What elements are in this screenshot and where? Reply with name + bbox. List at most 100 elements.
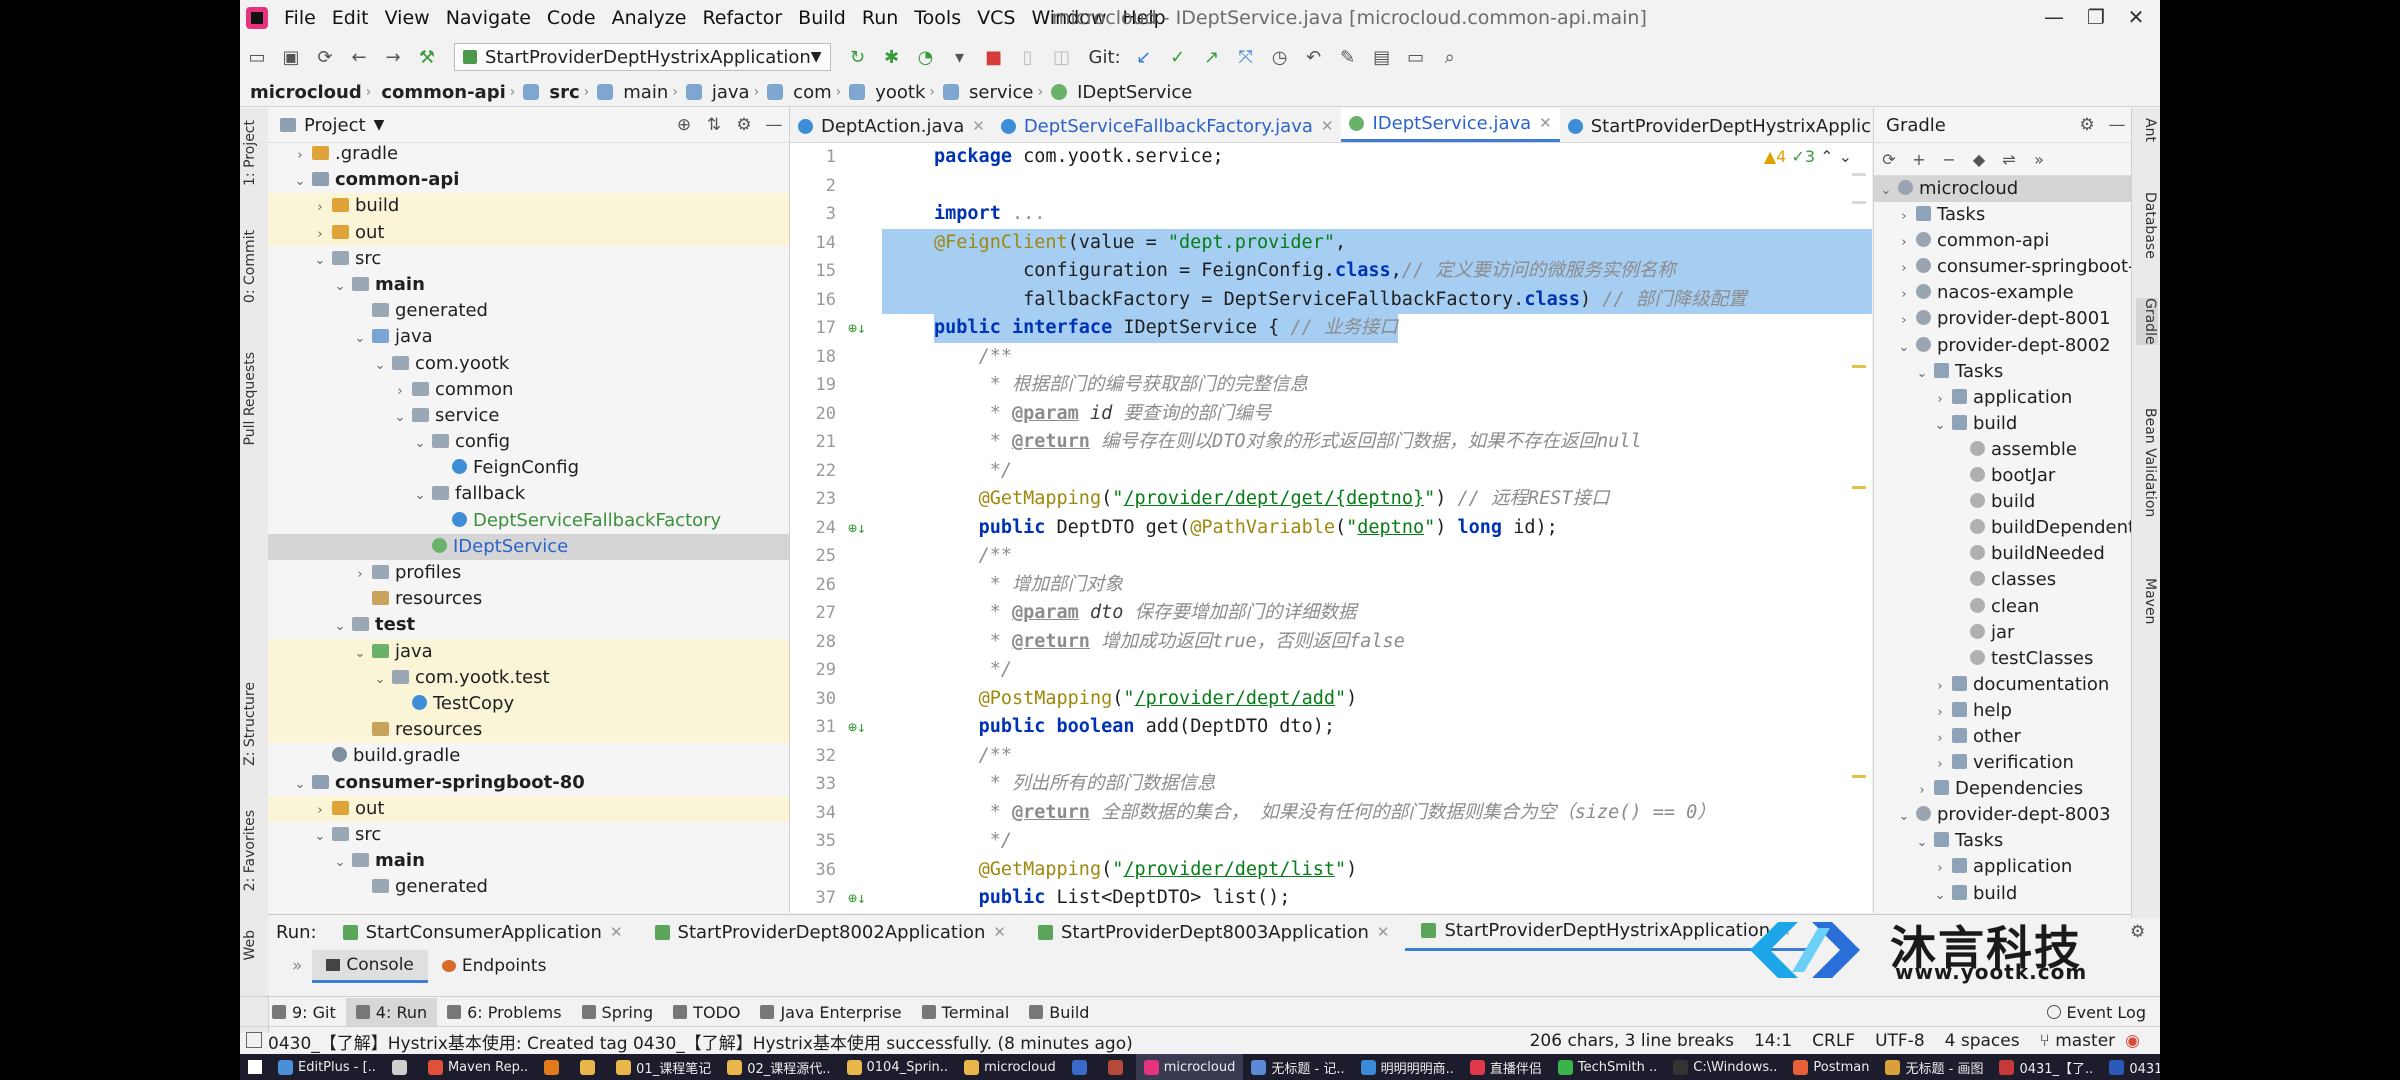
chevron-right-icon[interactable]: › <box>312 798 328 824</box>
gradle-tree-item[interactable]: build <box>1874 489 2132 515</box>
editor-tab[interactable]: DeptAction.java ✕ <box>790 110 993 142</box>
breadcrumb-item[interactable]: yootk <box>865 82 929 103</box>
close-window-button[interactable]: ✕ <box>2116 0 2156 36</box>
project-tree-item[interactable]: › out <box>268 219 789 246</box>
debug-icon[interactable]: ✱ <box>881 46 903 68</box>
taskbar-app[interactable]: 0431_【了.. <box>2101 1054 2160 1080</box>
breadcrumb-item[interactable]: service <box>959 82 1037 103</box>
taskbar-app[interactable]: 明明明明商.. <box>1353 1054 1462 1080</box>
open-folder-icon[interactable]: ▭ <box>246 46 268 68</box>
project-tree-item[interactable]: ⌄ src <box>268 246 789 272</box>
breadcrumb-item[interactable]: com <box>783 82 835 103</box>
chevron-right-icon[interactable]: › <box>1914 778 1930 804</box>
console-tab[interactable]: Console <box>312 949 428 983</box>
close-tab-icon[interactable]: ✕ <box>1539 114 1552 132</box>
tool-button[interactable]: Spring <box>572 998 664 1026</box>
file-encoding[interactable]: UTF-8 <box>1865 1031 1935 1051</box>
project-tree-item[interactable]: ⌄ main <box>268 272 789 298</box>
event-log-button[interactable]: Event Log <box>2046 1003 2161 1022</box>
breadcrumb-item[interactable]: main <box>613 82 672 103</box>
endpoints-tab[interactable]: Endpoints <box>428 951 561 981</box>
chevron-right-icon[interactable]: › <box>1896 204 1912 230</box>
menu-analyze[interactable]: Analyze <box>604 7 695 29</box>
tool-tab-favorites[interactable]: 2: Favorites <box>242 810 266 891</box>
gradle-tree-item[interactable]: › other <box>1874 724 2132 750</box>
chevron-right-icon[interactable]: › <box>1932 752 1948 778</box>
tool-tab-database[interactable]: Database <box>2136 192 2158 259</box>
chevron-down-icon[interactable]: ⌄ <box>1878 178 1894 204</box>
project-tree-item[interactable]: ⌄ fallback <box>268 481 789 507</box>
chevron-down-icon[interactable]: ⌄ <box>1896 335 1912 361</box>
menu-refactor[interactable]: Refactor <box>694 7 790 29</box>
project-tree-item[interactable]: IDeptService <box>268 533 789 560</box>
menu-code[interactable]: Code <box>539 7 604 29</box>
project-tree-item[interactable]: generated <box>268 874 789 900</box>
project-tree-item[interactable]: ⌄ main <box>268 848 789 874</box>
menu-file[interactable]: File <box>276 7 324 29</box>
project-tree-item[interactable]: resources <box>268 586 789 612</box>
git-commit-icon[interactable]: ✓ <box>1167 46 1189 68</box>
scroll-marker[interactable] <box>1852 775 1866 778</box>
gradle-tree-item[interactable]: › application <box>1874 854 2132 880</box>
project-panel-title[interactable]: Project <box>304 115 366 136</box>
project-tree-item[interactable]: › profiles <box>268 560 789 586</box>
project-tree-item[interactable]: build.gradle <box>268 743 789 769</box>
taskbar-app[interactable]: 01_课程笔记 <box>608 1054 719 1080</box>
close-tab-icon[interactable]: ✕ <box>993 923 1006 941</box>
chevron-down-icon[interactable]: ⌄ <box>352 641 368 667</box>
breadcrumb-item[interactable]: src <box>539 82 583 103</box>
taskbar-app[interactable]: 02_课程源代.. <box>719 1054 838 1080</box>
locate-icon[interactable]: ⊕ <box>669 115 699 135</box>
line-separator[interactable]: CRLF <box>1802 1031 1865 1051</box>
gradle-tree-item[interactable]: ⌄ provider-dept-8003 <box>1874 802 2132 828</box>
project-tree-item[interactable]: › common <box>268 377 789 403</box>
chevron-down-icon[interactable]: ⌄ <box>292 169 308 195</box>
presentation-icon[interactable]: ▭ <box>1405 46 1427 68</box>
close-tab-icon[interactable]: ✕ <box>972 117 985 135</box>
profile-icon[interactable]: ◫ <box>1051 46 1073 68</box>
tool-button[interactable]: Build <box>1019 998 1099 1026</box>
gradle-tree-item[interactable]: bootJar <box>1874 463 2132 489</box>
editor-tab[interactable]: StartProviderDeptHystrixApplication.java… <box>1560 110 1872 142</box>
chevron-right-icon[interactable]: › <box>1932 674 1948 700</box>
gradle-tree-item[interactable]: › verification <box>1874 750 2132 776</box>
tool-button[interactable]: 6: Problems <box>437 998 571 1026</box>
gear-icon[interactable]: ⚙ <box>2072 115 2102 135</box>
breadcrumb-item[interactable]: common-api <box>371 82 509 103</box>
menu-tools[interactable]: Tools <box>906 7 969 29</box>
chevron-down-icon[interactable]: ⌄ <box>1914 361 1930 387</box>
gradle-tree-item[interactable]: › documentation <box>1874 672 2132 698</box>
reload-icon[interactable]: ⟳ <box>1874 150 1904 169</box>
gradle-tree-item[interactable]: ⌄ Tasks <box>1874 828 2132 854</box>
tool-tab-ant[interactable]: Ant <box>2136 118 2158 142</box>
scroll-marker[interactable] <box>1852 173 1866 176</box>
taskbar-app[interactable]: Postman <box>1785 1054 1877 1080</box>
project-tree-item[interactable]: ⌄ test <box>268 612 789 638</box>
code-area[interactable]: ▲4 ✓3 ⌃ ⌄ 1 package com.yootk.service; 2 3 i… <box>790 143 1872 913</box>
run-with-coverage-icon[interactable]: ◔ <box>915 46 937 68</box>
project-tree-item[interactable]: DeptServiceFallbackFactory <box>268 508 789 534</box>
taskbar-app[interactable]: 直播伴侣 <box>1462 1054 1550 1080</box>
chevron-right-icon[interactable]: › <box>292 143 308 169</box>
tool-tab-project[interactable]: 1: Project <box>242 120 266 186</box>
gradle-tree-item[interactable]: › Tasks <box>1874 202 2132 228</box>
taskbar-app[interactable]: Maven Rep.. <box>420 1054 536 1080</box>
tool-tab-gradle[interactable]: Gradle <box>2136 298 2158 345</box>
tool-button[interactable]: Terminal <box>912 998 1020 1026</box>
run-tab[interactable]: StartConsumerApplication ✕ <box>327 915 639 949</box>
git-update-icon[interactable]: ↙ <box>1133 46 1155 68</box>
gradle-tree-item[interactable]: ⌄ microcloud <box>1874 176 2132 204</box>
close-tab-icon[interactable]: ✕ <box>1321 117 1334 135</box>
chevron-right-icon[interactable]: › <box>1896 256 1912 282</box>
taskbar-app[interactable] <box>1064 1054 1100 1080</box>
gradle-tree-item[interactable]: clean <box>1874 594 2132 620</box>
chevron-down-icon[interactable]: ⌄ <box>292 772 308 798</box>
project-tree-item[interactable]: › build <box>268 193 789 220</box>
close-tab-icon[interactable]: ✕ <box>1377 923 1390 941</box>
chevron-right-icon[interactable]: › <box>1896 230 1912 256</box>
tool-tab-structure[interactable]: Z: Structure <box>242 682 266 766</box>
more-icon[interactable]: » <box>2024 150 2054 169</box>
settings-wrench-icon[interactable]: ✎ <box>1337 46 1359 68</box>
project-tree-item[interactable]: ⌄ com.yootk <box>268 351 789 377</box>
minimize-button[interactable]: — <box>2034 0 2074 36</box>
